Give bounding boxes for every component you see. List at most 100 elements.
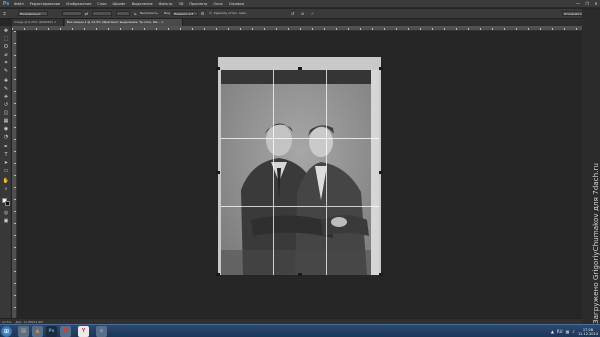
tray-arrow-icon[interactable]: ▲ [551,329,554,334]
crop-width-field[interactable] [62,11,82,16]
lasso-icon[interactable]: ʘ [2,44,10,51]
crop-icon[interactable]: ⌗ [2,60,10,67]
ruler-tick [14,223,16,224]
settings-gear-icon[interactable]: ⚙ [200,11,205,16]
menu: Файл Редактирование Изображение Слои Шри… [14,0,244,8]
menu-edit[interactable]: Редактирование [30,0,61,8]
stamp-icon[interactable]: ⎈ [2,94,10,101]
ruler-tick [14,139,16,140]
crop-tool-icon[interactable]: ⌗ [2,11,7,16]
volume-icon[interactable]: ♪ [572,329,575,334]
crop-height-field[interactable] [92,11,112,16]
menu-select[interactable]: Выделение [132,0,153,8]
crop-handle-bottom-right[interactable] [379,273,383,276]
ruler-tick [516,28,517,30]
system-tray: ▲ RU ▦ ♪ 17:28 11.12.2014 [551,325,598,337]
ruler-tick [288,28,289,30]
pen-icon[interactable]: ✒ [2,144,10,151]
gradient-icon[interactable]: ▦ [2,118,10,125]
opera-icon[interactable]: O [60,326,71,337]
crop-handle-top[interactable] [298,67,302,70]
ruler-tick [228,28,229,30]
menu-3d[interactable]: 3D [179,0,184,8]
healing-icon[interactable]: ✚ [2,78,10,85]
explorer-icon[interactable]: ▤ [18,326,29,337]
network-icon[interactable]: ▦ [566,329,570,334]
ruler-tick [72,28,73,30]
menu-image[interactable]: Изображение [66,0,91,8]
ruler-tick [276,28,277,30]
move-icon[interactable]: ✥ [2,28,10,35]
clear-button[interactable] [116,11,130,16]
ruler-tick [14,307,16,308]
ruler-tick [264,28,265,30]
menu-layers[interactable]: Слои [97,0,106,8]
menu-window[interactable]: Окно [213,0,222,8]
path-select-icon[interactable]: ➤ [2,160,10,167]
eyedropper-icon[interactable]: ✎ [2,68,10,75]
ruler-tick [348,28,349,30]
brush-icon[interactable]: ✎ [2,86,10,93]
quick-mask-icon[interactable]: ◎ [2,210,10,217]
vlc-icon[interactable]: ▲ [32,326,43,337]
menu-type[interactable]: Шрифт [113,0,126,8]
overlay-select[interactable]: Правило 1/3 [172,11,198,16]
start-button[interactable]: ⊞ [1,326,12,337]
yandex-icon[interactable]: Y [78,326,89,337]
reset-icon[interactable]: ↺ [290,11,295,16]
ruler-tick [14,163,16,164]
crop-handle-left[interactable] [216,171,220,174]
crop-handle-top-right[interactable] [379,67,383,70]
hand-icon[interactable]: ✋ [2,178,10,185]
background-color-swatch[interactable] [5,201,10,206]
shape-icon[interactable]: ▭ [2,168,10,175]
crop-handle-bottom[interactable] [298,273,302,276]
blur-icon[interactable]: ◉ [2,126,10,133]
screen-mode-icon[interactable]: ▣ [2,218,10,225]
crop-handle-bottom-left[interactable] [216,273,220,276]
clock[interactable]: 17:28 11.12.2014 [578,328,598,336]
document-canvas[interactable] [216,57,383,276]
crop-preset-select[interactable]: Произвольно [18,11,48,16]
commit-icon[interactable]: ✓ [310,11,315,16]
dodge-icon[interactable]: ◔ [2,134,10,141]
eraser-icon[interactable]: ◫ [2,110,10,117]
straighten-label[interactable]: Выпрямить [140,11,158,16]
crop-handle-top-left[interactable] [216,67,220,70]
swap-icon[interactable]: ⇄ [84,11,89,16]
language-indicator[interactable]: RU [557,329,563,334]
zoom-icon[interactable]: ⌕ [2,186,10,193]
quick-select-icon[interactable]: ⌀ [2,52,10,59]
minimize-icon[interactable]: — [575,1,581,6]
cancel-icon[interactable]: ⊘ [300,11,305,16]
close-icon[interactable]: ✕ [593,1,599,6]
tools-panel: ✥ ⬚ ʘ ⌀ ⌗ ✎ ✚ ✎ ⎈ ↺ ◫ ▦ ◉ ◔ ✒ T ➤ ▭ ✋ ⌕ … [0,26,12,324]
marquee-icon[interactable]: ⬚ [2,36,10,43]
menu-file[interactable]: Файл [14,0,24,8]
old-photograph [221,70,379,275]
ruler-tick [14,187,16,188]
canvas-area[interactable] [17,31,582,318]
straighten-icon[interactable]: ⊾ [133,11,138,16]
menu-view[interactable]: Просмотр [189,0,207,8]
crop-handle-right[interactable] [379,171,383,174]
delete-cropped-label[interactable]: Удалить отсеч. пикс. [214,11,247,16]
ruler-tick [14,55,16,56]
crop-grid-line [326,70,327,275]
checkbox-icon[interactable]: ☑ [208,11,213,16]
menu-filter[interactable]: Фильтр [159,0,173,8]
type-icon[interactable]: T [2,152,10,159]
crop-grid-line [273,70,274,275]
menu-help[interactable]: Справка [229,0,244,8]
history-brush-icon[interactable]: ↺ [2,102,10,109]
ruler-tick [14,235,16,236]
maximize-icon[interactable]: ❐ [584,1,590,6]
photoshop-icon[interactable]: Ps [46,326,57,337]
chrome-icon[interactable]: ◉ [96,326,107,337]
ruler-tick [14,103,16,104]
tab-untitled-1[interactable]: Без имени-1 @ 12,5% (Фрагмент выделения,… [65,19,183,26]
menu-bar: Ps Файл Редактирование Изображение Слои … [0,0,600,8]
ruler-tick [492,28,493,30]
clock-date: 11.12.2014 [577,331,598,336]
tab-image[interactable]: Image @ 6,25% (RGB/8#) × [12,19,64,26]
